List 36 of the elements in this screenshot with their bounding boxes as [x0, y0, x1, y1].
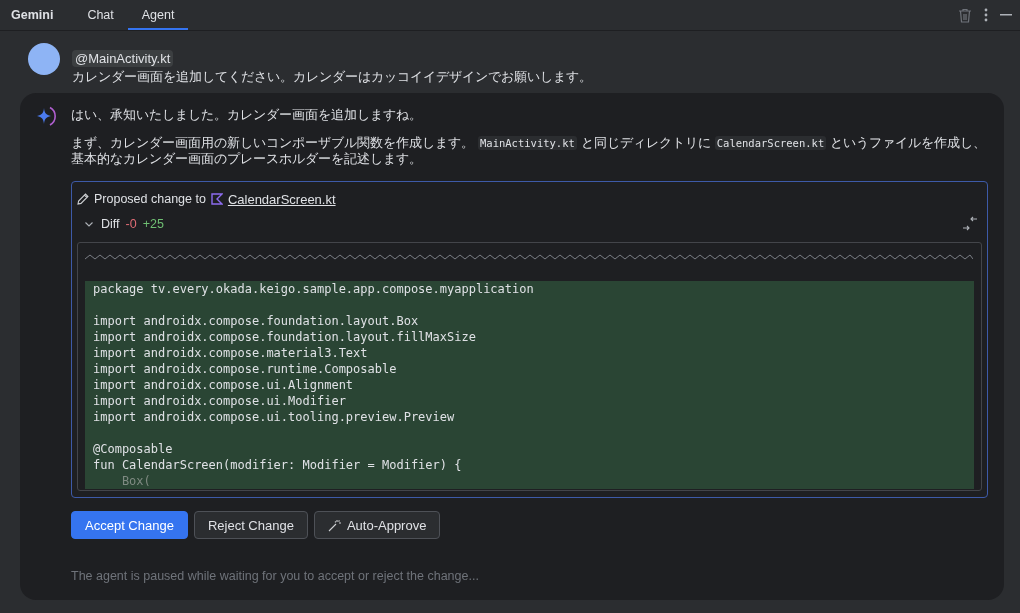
more-icon[interactable] — [984, 8, 988, 22]
tab[interactable]: Chat — [73, 0, 128, 30]
file-mention[interactable]: @MainActivity.kt — [72, 50, 174, 67]
minimize-icon[interactable] — [1000, 13, 1012, 17]
code-line: import androidx.compose.foundation.layout.Box — [93, 313, 420, 329]
code-line: Box( — [120, 473, 152, 489]
code-line: import androidx.compose.ui.Modifier — [93, 393, 347, 409]
accept-button[interactable]: Accept Change — [71, 511, 188, 539]
added-count: +25 — [142, 217, 164, 231]
reject-button[interactable]: Reject Change — [193, 511, 308, 539]
code-line: import androidx.compose.ui.Alignment — [93, 377, 355, 393]
chevron-icon[interactable] — [85, 221, 93, 227]
code-line: import androidx.compose.ui.tooling.preview.Preview — [93, 409, 456, 425]
code-line: @Composable — [93, 441, 174, 457]
pencil-icon — [77, 193, 89, 205]
status-text: The agent is paused while waiting for you to accept or reject the change... — [71, 569, 480, 583]
magic-wand-icon — [327, 518, 341, 532]
code-line: import androidx.compose.foundation.layout.fillMaxSize — [93, 329, 477, 345]
file-link[interactable]: CalendarScreen.kt — [227, 191, 336, 207]
avatar — [28, 43, 60, 75]
auto-approve-button[interactable]: Auto-Approve — [313, 511, 441, 539]
proposed-change-label: Proposed change to — [94, 192, 206, 206]
code-line: import androidx.compose.material3.Text — [93, 345, 369, 361]
panel-title: Gemini — [11, 8, 54, 22]
response-text: まず、カレンダー画面用の新しいコンポーザブル関数を作成します。 MainActivity.kt と同じディレクトリに CalendarScreen.kt というファイルを作成し、基本的なカレンダー画面のプレースホルダーを記述します。 — [71, 135, 988, 167]
trash-icon — [958, 7, 972, 23]
code-line: package tv.every.okada.keigo.sample.app.compose.myapplication — [93, 281, 535, 297]
response-text: はい、承知いたしました。カレンダー画面を追加しますね。 — [71, 107, 423, 123]
code-line: import androidx.compose.runtime.Composable — [93, 361, 398, 377]
tab[interactable]: Agent — [127, 0, 189, 30]
removed-count: -0 — [125, 217, 137, 231]
user-message-text: カレンダー画面を追加してください。カレンダーはカッコイイデザインでお願いします。 — [72, 69, 592, 86]
code-line: fun CalendarScreen(modifier: Modifier = Modifier) { — [93, 457, 463, 473]
collapse-icon[interactable] — [962, 216, 978, 232]
diff-label: Diff — [101, 217, 120, 231]
kotlin-file-icon — [210, 193, 223, 205]
